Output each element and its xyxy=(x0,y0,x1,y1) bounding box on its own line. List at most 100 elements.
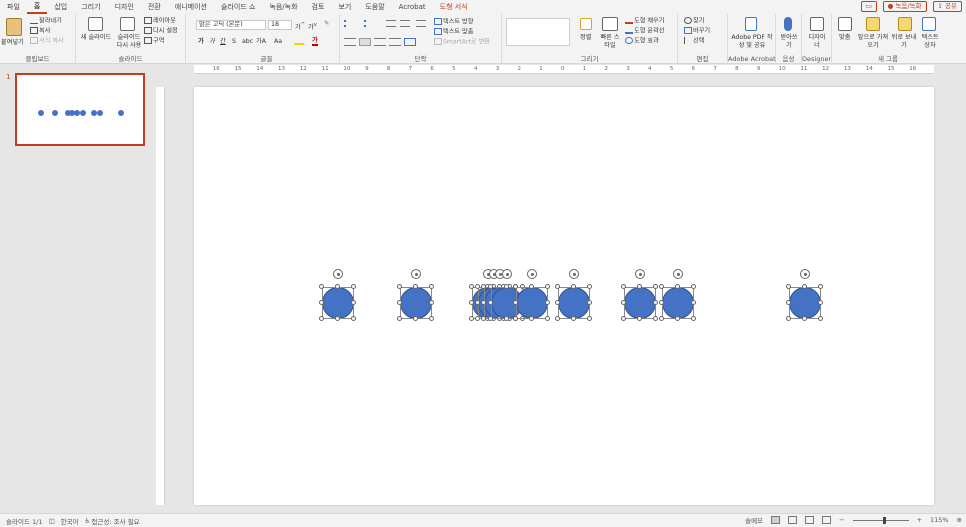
find-button[interactable]: 찾기 xyxy=(684,17,704,26)
circle-shape[interactable] xyxy=(555,269,592,321)
decrease-font-button[interactable]: 가v xyxy=(308,21,317,32)
resize-handle[interactable] xyxy=(653,300,658,305)
shape-fill-button[interactable]: 도형 채우기 xyxy=(625,17,664,26)
resize-handle[interactable] xyxy=(621,316,626,321)
fit-slide-icon[interactable]: ⊕ xyxy=(957,516,962,524)
resize-handle[interactable] xyxy=(587,300,592,305)
columns-icon[interactable] xyxy=(404,38,416,46)
circle-shape[interactable] xyxy=(397,269,434,321)
resize-handle[interactable] xyxy=(429,316,434,321)
resize-handle[interactable] xyxy=(786,284,791,289)
font-color-icon[interactable]: 가 xyxy=(312,37,318,46)
resize-handle[interactable] xyxy=(429,284,434,289)
resize-handle[interactable] xyxy=(413,316,418,321)
decrease-indent-icon[interactable] xyxy=(386,20,396,27)
language-indicator[interactable]: 한국어 xyxy=(61,516,79,526)
tab-7[interactable]: 슬라이드 쇼 xyxy=(214,0,262,14)
resize-handle[interactable] xyxy=(571,316,576,321)
resize-handle[interactable] xyxy=(691,300,696,305)
resize-handle[interactable] xyxy=(488,284,493,289)
italic-button[interactable]: 가 xyxy=(209,38,215,46)
normal-view-icon[interactable] xyxy=(771,516,781,524)
resize-handle[interactable] xyxy=(621,284,626,289)
circle-shape[interactable] xyxy=(621,269,658,321)
slide-sorter-icon[interactable] xyxy=(788,516,798,524)
resize-handle[interactable] xyxy=(529,284,534,289)
bold-button[interactable]: 가 xyxy=(198,38,204,46)
resize-handle[interactable] xyxy=(475,316,480,321)
shape-effects-button[interactable]: 도형 효과 xyxy=(625,37,659,46)
rotate-handle-icon[interactable] xyxy=(800,269,810,279)
resize-handle[interactable] xyxy=(504,284,509,289)
case-button[interactable]: Aa xyxy=(274,38,282,46)
bullets-icon[interactable] xyxy=(344,20,360,27)
horizontal-ruler[interactable]: 16 15 14 13 12 11 10 9 8 7 6 5 4 3 2 1 0 1 2 3 4 5 6 7 8 9 10 11 12 1… xyxy=(194,65,934,74)
vertical-ruler[interactable] xyxy=(156,87,165,505)
resize-handle[interactable] xyxy=(481,316,486,321)
tab-13[interactable]: 도형 서식 xyxy=(433,0,475,14)
layout-button[interactable]: 레이아웃 xyxy=(144,17,176,26)
resize-handle[interactable] xyxy=(691,316,696,321)
tab-1[interactable]: 홈 xyxy=(26,0,48,14)
text-direction-button[interactable]: 텍스트 방향 xyxy=(434,18,473,27)
tab-4[interactable]: 디자인 xyxy=(108,0,141,14)
zoom-in-icon[interactable]: + xyxy=(917,516,922,524)
shapes-gallery[interactable] xyxy=(506,18,570,46)
resize-handle[interactable] xyxy=(488,316,493,321)
resize-handle[interactable] xyxy=(659,300,664,305)
bring-forward-button[interactable]: 앞으로 가져오기 xyxy=(856,34,890,50)
resize-handle[interactable] xyxy=(319,316,324,321)
zoom-slider-thumb[interactable] xyxy=(882,516,886,524)
resize-handle[interactable] xyxy=(818,316,823,321)
align-text-button[interactable]: 텍스트 맞춤 xyxy=(434,28,473,37)
resize-handle[interactable] xyxy=(675,284,680,289)
slide-thumbnail[interactable] xyxy=(15,73,145,146)
tab-5[interactable]: 전환 xyxy=(141,0,168,14)
slide-canvas[interactable] xyxy=(194,87,934,505)
underline-button[interactable]: 간 xyxy=(220,38,226,46)
font-size-dropdown[interactable]: 18 xyxy=(268,20,292,30)
resize-handle[interactable] xyxy=(469,284,474,289)
quick-styles-button[interactable]: 빠른 스타일 xyxy=(598,34,622,50)
shadow-button[interactable]: abc xyxy=(242,38,253,46)
resize-handle[interactable] xyxy=(653,316,658,321)
new-slide-button[interactable]: 새 슬라이드 xyxy=(79,34,113,42)
resize-handle[interactable] xyxy=(429,300,434,305)
align-button[interactable]: 맞춤 xyxy=(839,34,850,42)
spellcheck-icon[interactable]: ◫ xyxy=(48,517,54,525)
resize-handle[interactable] xyxy=(513,300,518,305)
resize-handle[interactable] xyxy=(397,284,402,289)
zoom-level[interactable]: 115% xyxy=(930,516,949,524)
tab-11[interactable]: 도움말 xyxy=(358,0,391,14)
tab-3[interactable]: 그리기 xyxy=(74,0,107,14)
resize-handle[interactable] xyxy=(475,284,480,289)
resize-handle[interactable] xyxy=(504,316,509,321)
resize-handle[interactable] xyxy=(786,316,791,321)
resize-handle[interactable] xyxy=(545,284,550,289)
rotate-handle-icon[interactable] xyxy=(411,269,421,279)
zoom-slider[interactable] xyxy=(852,516,909,524)
resize-handle[interactable] xyxy=(319,284,324,289)
align-left-icon[interactable] xyxy=(344,38,356,46)
slideshow-icon[interactable] xyxy=(822,516,832,524)
resize-handle[interactable] xyxy=(481,300,486,305)
tab-0[interactable]: 파일 xyxy=(0,0,27,14)
justify-icon[interactable] xyxy=(389,38,401,46)
section-button[interactable]: 구역 xyxy=(144,37,164,46)
resize-handle[interactable] xyxy=(335,316,340,321)
circle-shape[interactable] xyxy=(319,269,356,321)
increase-indent-icon[interactable] xyxy=(400,20,410,27)
spacing-button[interactable]: 가A xyxy=(256,38,266,46)
resize-handle[interactable] xyxy=(571,284,576,289)
resize-handle[interactable] xyxy=(513,316,518,321)
resize-handle[interactable] xyxy=(351,300,356,305)
cut-button[interactable]: 잘라내기 xyxy=(30,17,62,26)
resize-handle[interactable] xyxy=(475,300,480,305)
smartart-button[interactable]: SmartArt로 변환 xyxy=(434,38,490,47)
resize-handle[interactable] xyxy=(659,284,664,289)
notes-button[interactable]: 슬메모 xyxy=(745,515,763,525)
rotate-handle-icon[interactable] xyxy=(527,269,537,279)
resize-handle[interactable] xyxy=(481,284,486,289)
resize-handle[interactable] xyxy=(529,316,534,321)
resize-handle[interactable] xyxy=(621,300,626,305)
